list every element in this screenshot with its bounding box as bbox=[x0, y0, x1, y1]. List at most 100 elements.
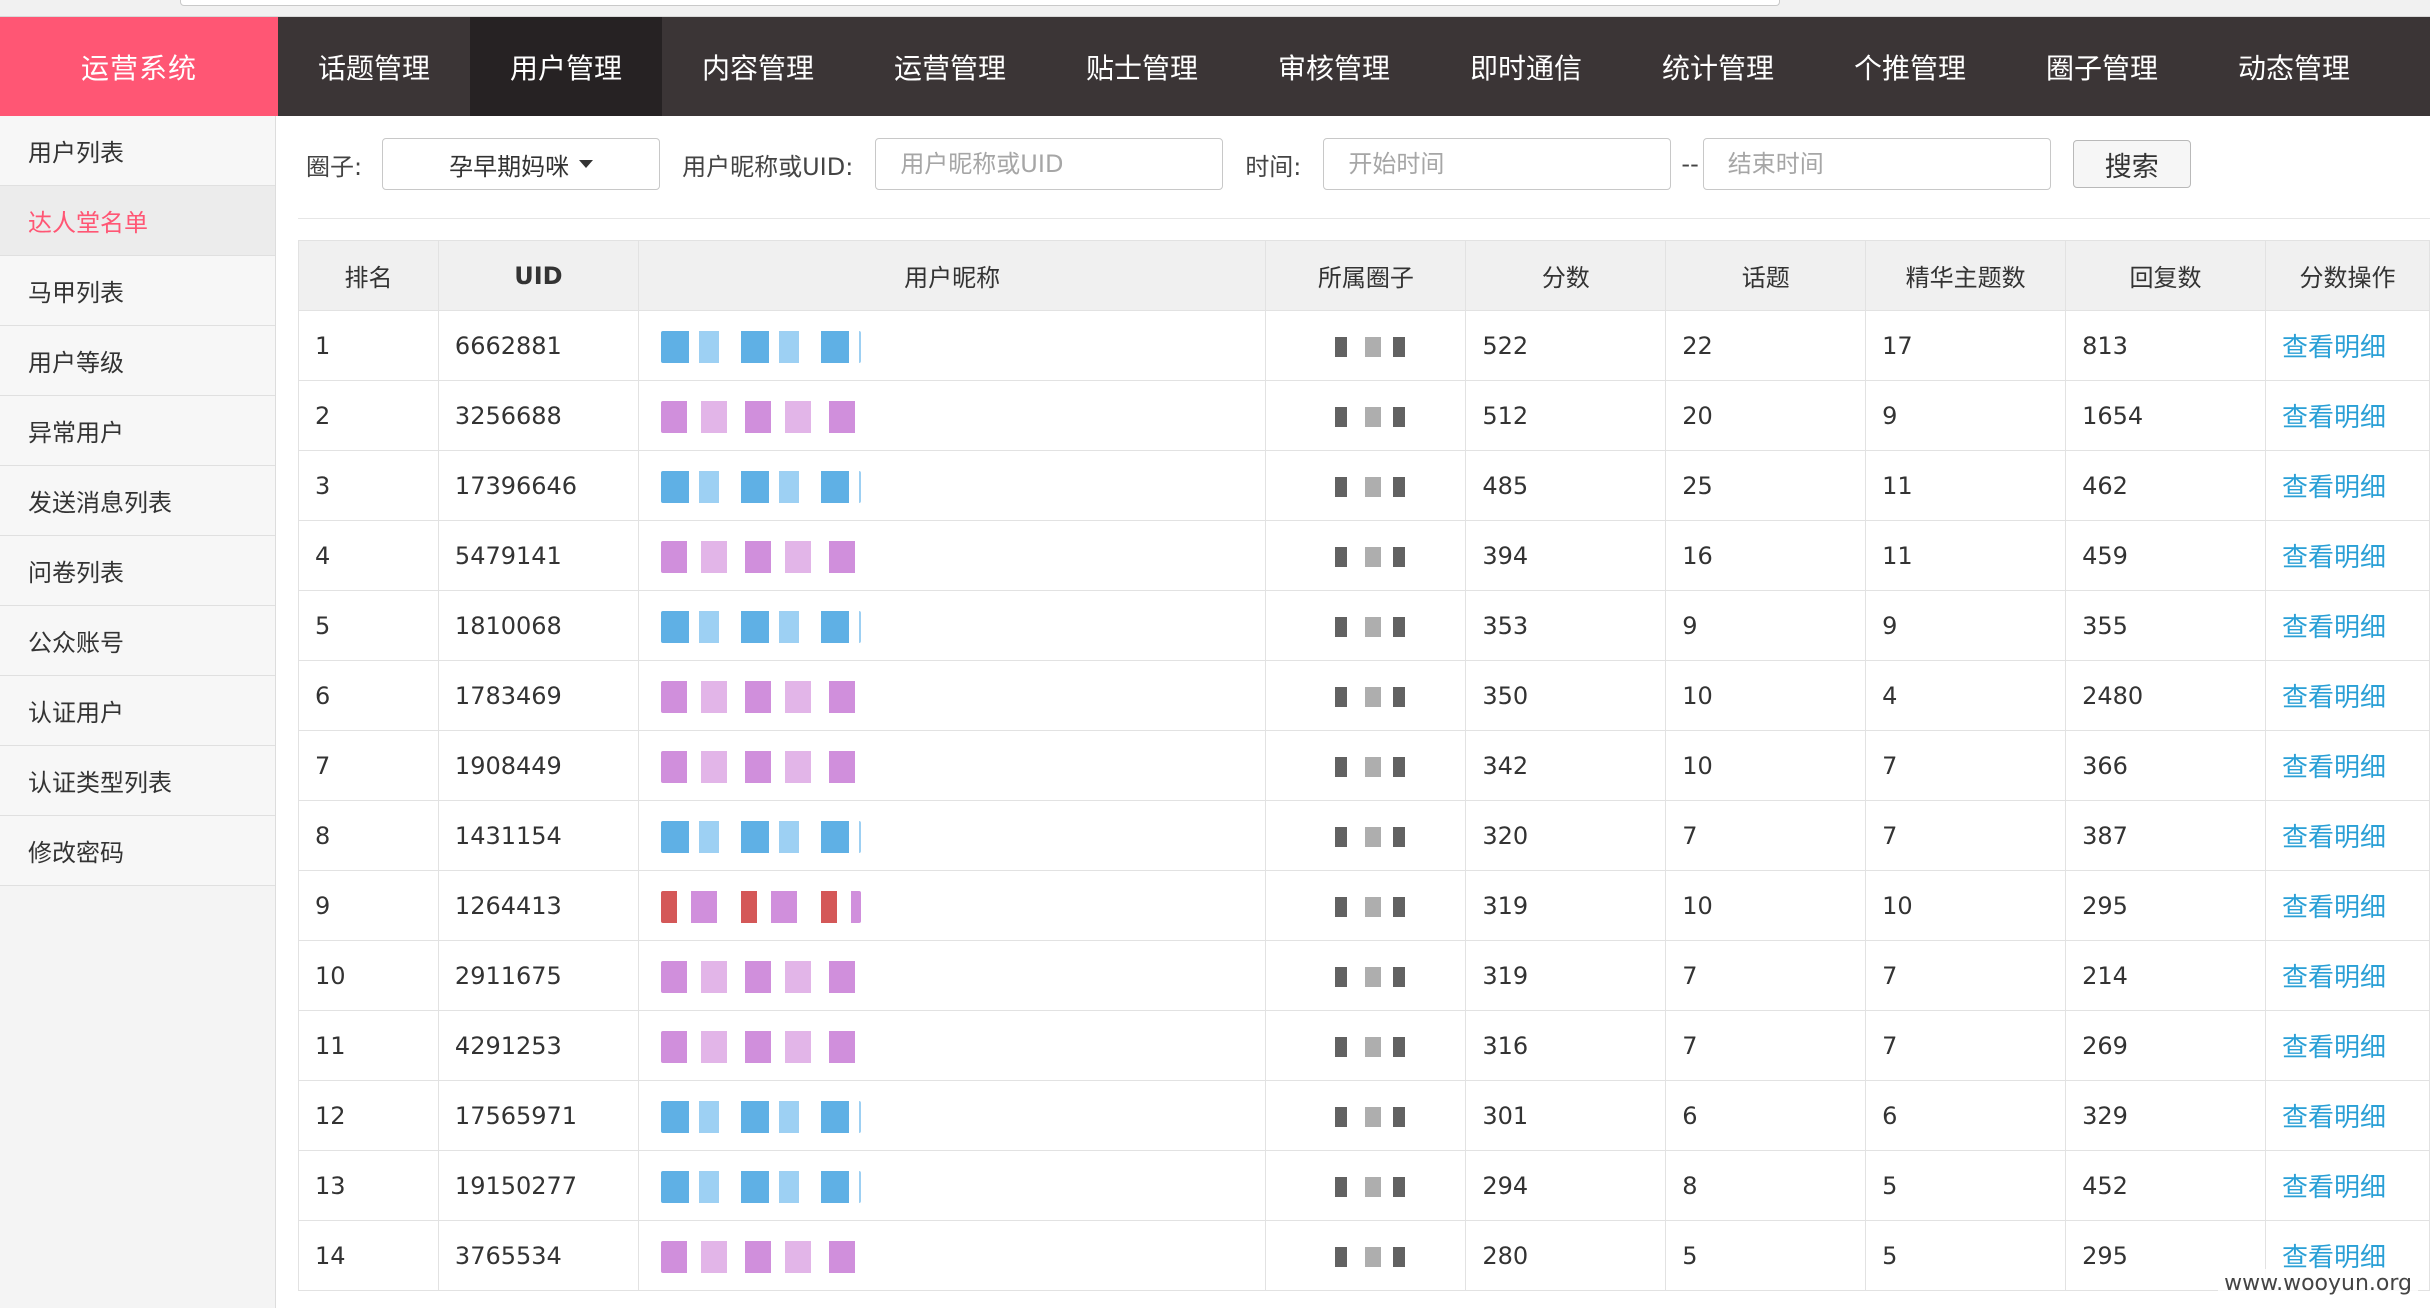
topics-cell: 16 bbox=[1665, 520, 1867, 591]
rank-cell: 13 bbox=[298, 1150, 439, 1221]
featured-count-cell: 7 bbox=[1865, 1010, 2067, 1081]
sidebar-item-6[interactable]: 问卷列表 bbox=[0, 536, 275, 606]
rank-cell: 8 bbox=[298, 800, 439, 871]
nav-item-3[interactable]: 运营管理 bbox=[854, 17, 1046, 116]
nav-item-9[interactable]: 圈子管理 bbox=[2006, 17, 2198, 116]
sidebar: 用户列表 达人堂名单 马甲列表 用户等级 异常用户 发送消息列表 问卷列表 公众账号 认证用户认… bbox=[0, 116, 276, 1308]
table-row: 2 3256688 512 20 9 1654 查看明细 bbox=[298, 380, 2430, 451]
nav-item-8[interactable]: 个推管理 bbox=[1814, 17, 2006, 116]
circle-cell-redacted bbox=[1265, 870, 1467, 941]
featured-count-cell: 10 bbox=[1865, 870, 2067, 941]
view-details-link[interactable]: 查看明细 bbox=[2264, 730, 2430, 801]
main-nav: 话题管理 用户管理 内容管理 运营管理 贴士管理 审核管理 即时通信 统计管理 个推管理 圈子管理… bbox=[278, 17, 2390, 116]
nav-item-6[interactable]: 即时通信 bbox=[1430, 17, 1622, 116]
view-details-link[interactable]: 查看明细 bbox=[2264, 450, 2430, 521]
sidebar-item-3[interactable]: 用户等级 bbox=[0, 326, 275, 396]
replies-cell: 452 bbox=[2065, 1150, 2266, 1221]
view-details-link[interactable]: 查看明细 bbox=[2264, 800, 2430, 871]
featured-count-cell: 6 bbox=[1865, 1080, 2067, 1151]
table-row: 14 3765534 280 5 5 295 查看明细 bbox=[298, 1220, 2430, 1291]
rank-cell: 12 bbox=[298, 1080, 439, 1151]
topics-cell: 8 bbox=[1665, 1150, 1867, 1221]
featured-count-cell: 4 bbox=[1865, 660, 2067, 731]
search-button[interactable]: 搜索 bbox=[2072, 140, 2191, 188]
column-header-2: 用户昵称 bbox=[637, 240, 1267, 311]
nickname-cell-redacted bbox=[637, 1080, 1267, 1151]
uid-cell: 3256688 bbox=[437, 380, 639, 451]
rank-cell: 10 bbox=[298, 940, 439, 1011]
circle-label: 圈子: bbox=[306, 152, 363, 181]
redacted-circle-mosaic bbox=[1335, 967, 1406, 987]
start-time-input[interactable] bbox=[1323, 138, 1672, 190]
replies-cell: 1654 bbox=[2065, 380, 2266, 451]
view-details-link[interactable]: 查看明细 bbox=[2264, 870, 2430, 941]
sidebar-item-2[interactable]: 马甲列表 bbox=[0, 256, 275, 326]
nav-item-2[interactable]: 内容管理 bbox=[662, 17, 854, 116]
uid-cell: 1810068 bbox=[437, 590, 639, 661]
nav-item-7[interactable]: 统计管理 bbox=[1622, 17, 1814, 116]
featured-count-cell: 9 bbox=[1865, 380, 2067, 451]
sidebar-item-5[interactable]: 发送消息列表 bbox=[0, 466, 275, 536]
redacted-nickname-mosaic bbox=[660, 1171, 861, 1203]
table-row: 12 17565971 301 6 6 329 查看明细 bbox=[298, 1080, 2430, 1151]
view-details-link[interactable]: 查看明细 bbox=[2264, 1010, 2430, 1081]
table-body: 1 6662881 522 22 17 813 查看明细 2 3256688 512 20 9 1654… bbox=[298, 310, 2430, 1291]
caret-down-icon bbox=[579, 160, 594, 168]
sidebar-item-8[interactable]: 认证用户 bbox=[0, 676, 275, 746]
redacted-nickname-mosaic bbox=[660, 401, 861, 433]
topics-cell: 10 bbox=[1665, 870, 1867, 941]
nav-item-4[interactable]: 贴士管理 bbox=[1046, 17, 1238, 116]
score-cell: 320 bbox=[1465, 800, 1667, 871]
circle-cell-redacted bbox=[1265, 1080, 1467, 1151]
view-details-link[interactable]: 查看明细 bbox=[2264, 940, 2430, 1011]
redacted-nickname-mosaic bbox=[660, 541, 861, 573]
time-label: 时间: bbox=[1245, 152, 1302, 181]
view-details-link[interactable]: 查看明细 bbox=[2264, 1080, 2430, 1151]
circle-cell-redacted bbox=[1265, 590, 1467, 661]
topics-cell: 22 bbox=[1665, 310, 1867, 381]
watermark-text: www.wooyun.org bbox=[2218, 1269, 2418, 1298]
browser-chrome-strip bbox=[0, 0, 2430, 17]
view-details-link[interactable]: 查看明细 bbox=[2264, 310, 2430, 381]
end-time-input[interactable] bbox=[1702, 138, 2051, 190]
redacted-nickname-mosaic bbox=[660, 1101, 861, 1133]
user-search-input[interactable] bbox=[875, 138, 1224, 190]
nav-item-1[interactable]: 用户管理 bbox=[470, 17, 662, 116]
sidebar-item-7[interactable]: 公众账号 bbox=[0, 606, 275, 676]
replies-cell: 813 bbox=[2065, 310, 2266, 381]
nav-item-10[interactable]: 动态管理 bbox=[2198, 17, 2390, 116]
circle-cell-redacted bbox=[1265, 800, 1467, 871]
circle-cell-redacted bbox=[1265, 940, 1467, 1011]
replies-cell: 214 bbox=[2065, 940, 2266, 1011]
view-details-link[interactable]: 查看明细 bbox=[2264, 520, 2430, 591]
redacted-circle-mosaic bbox=[1335, 1107, 1406, 1127]
view-details-link[interactable]: 查看明细 bbox=[2264, 590, 2430, 661]
uid-cell: 2911675 bbox=[437, 940, 639, 1011]
table-row: 8 1431154 320 7 7 387 查看明细 bbox=[298, 800, 2430, 871]
column-header-4: 分数 bbox=[1465, 240, 1667, 311]
score-cell: 350 bbox=[1465, 660, 1667, 731]
table-row: 10 2911675 319 7 7 214 查看明细 bbox=[298, 940, 2430, 1011]
view-details-link[interactable]: 查看明细 bbox=[2264, 1150, 2430, 1221]
redacted-circle-mosaic bbox=[1335, 757, 1406, 777]
view-details-link[interactable]: 查看明细 bbox=[2264, 660, 2430, 731]
nickname-cell-redacted bbox=[637, 450, 1267, 521]
sidebar-item-1[interactable]: 达人堂名单 bbox=[0, 186, 275, 256]
column-header-8: 分数操作 bbox=[2264, 240, 2430, 311]
redacted-circle-mosaic bbox=[1335, 687, 1406, 707]
uid-cell: 6662881 bbox=[437, 310, 639, 381]
sidebar-item-4[interactable]: 异常用户 bbox=[0, 396, 275, 466]
table-row: 3 17396646 485 25 11 462 查看明细 bbox=[298, 450, 2430, 521]
view-details-link[interactable]: 查看明细 bbox=[2264, 380, 2430, 451]
circle-select[interactable]: 孕早期妈咪 bbox=[382, 138, 661, 190]
score-cell: 485 bbox=[1465, 450, 1667, 521]
sidebar-item-9[interactable]: 认证类型列表 bbox=[0, 746, 275, 816]
nav-item-0[interactable]: 话题管理 bbox=[278, 17, 470, 116]
score-cell: 280 bbox=[1465, 1220, 1667, 1291]
table-header-row: 排名 UID 用户昵称 所属圈子 分数 话题 精华主题数 回复数 分数操作 bbox=[298, 240, 2430, 311]
nav-item-5[interactable]: 审核管理 bbox=[1238, 17, 1430, 116]
sidebar-item-0[interactable]: 用户列表 bbox=[0, 116, 275, 186]
sidebar-item-10[interactable]: 修改密码 bbox=[0, 816, 275, 886]
nickname-cell-redacted bbox=[637, 660, 1267, 731]
ranking-table-container: 排名 UID 用户昵称 所属圈子 分数 话题 精华主题数 回复数 分数操作 1 6662881 52… bbox=[298, 240, 2430, 1308]
